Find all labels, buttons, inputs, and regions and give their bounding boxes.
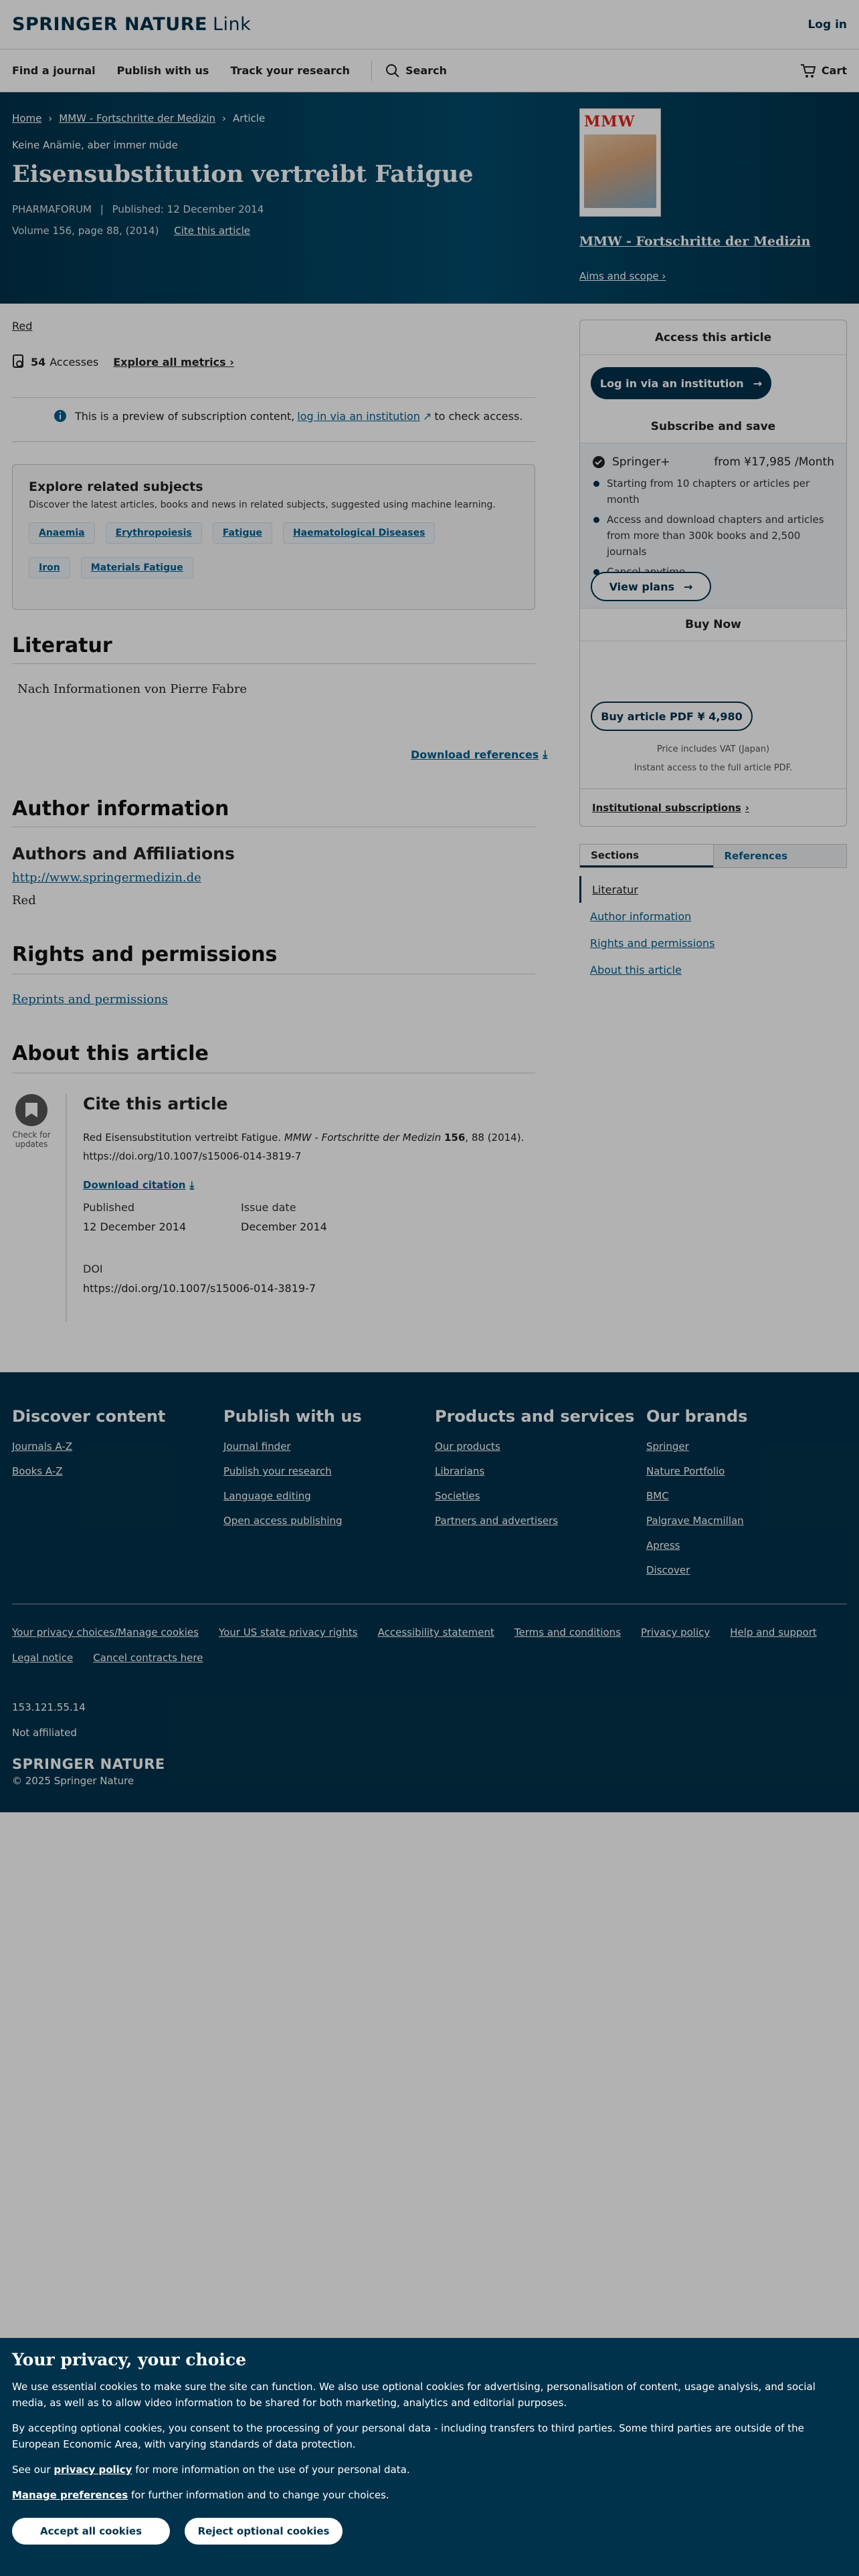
manage-preferences-link[interactable]: Manage preferences [12,2489,128,2501]
cookie-title: Your privacy, your choice [12,2350,246,2369]
cookie-text-3-after: for more information on the use of your … [135,2464,410,2476]
cookie-text-4-after: for further information and to change yo… [131,2489,389,2501]
cookie-text-3: See our privacy policy for more informat… [12,2462,842,2478]
accept-cookies-button[interactable]: Accept all cookies [12,2518,170,2545]
reject-cookies-button[interactable]: Reject optional cookies [185,2518,343,2545]
cookie-text-4: Manage preferences for further informati… [12,2487,842,2503]
cookie-buttons: Accept all cookies Reject optional cooki… [12,2518,847,2545]
cookie-banner: Your privacy, your choice We use essenti… [0,2338,859,2576]
cookie-text-3-before: See our [12,2464,51,2476]
privacy-policy-link[interactable]: privacy policy [54,2464,132,2476]
modal-overlay [0,0,859,2576]
cookie-text-2: By accepting optional cookies, you conse… [12,2422,804,2450]
cookie-text-1: We use essential cookies to make sure th… [12,2381,816,2409]
